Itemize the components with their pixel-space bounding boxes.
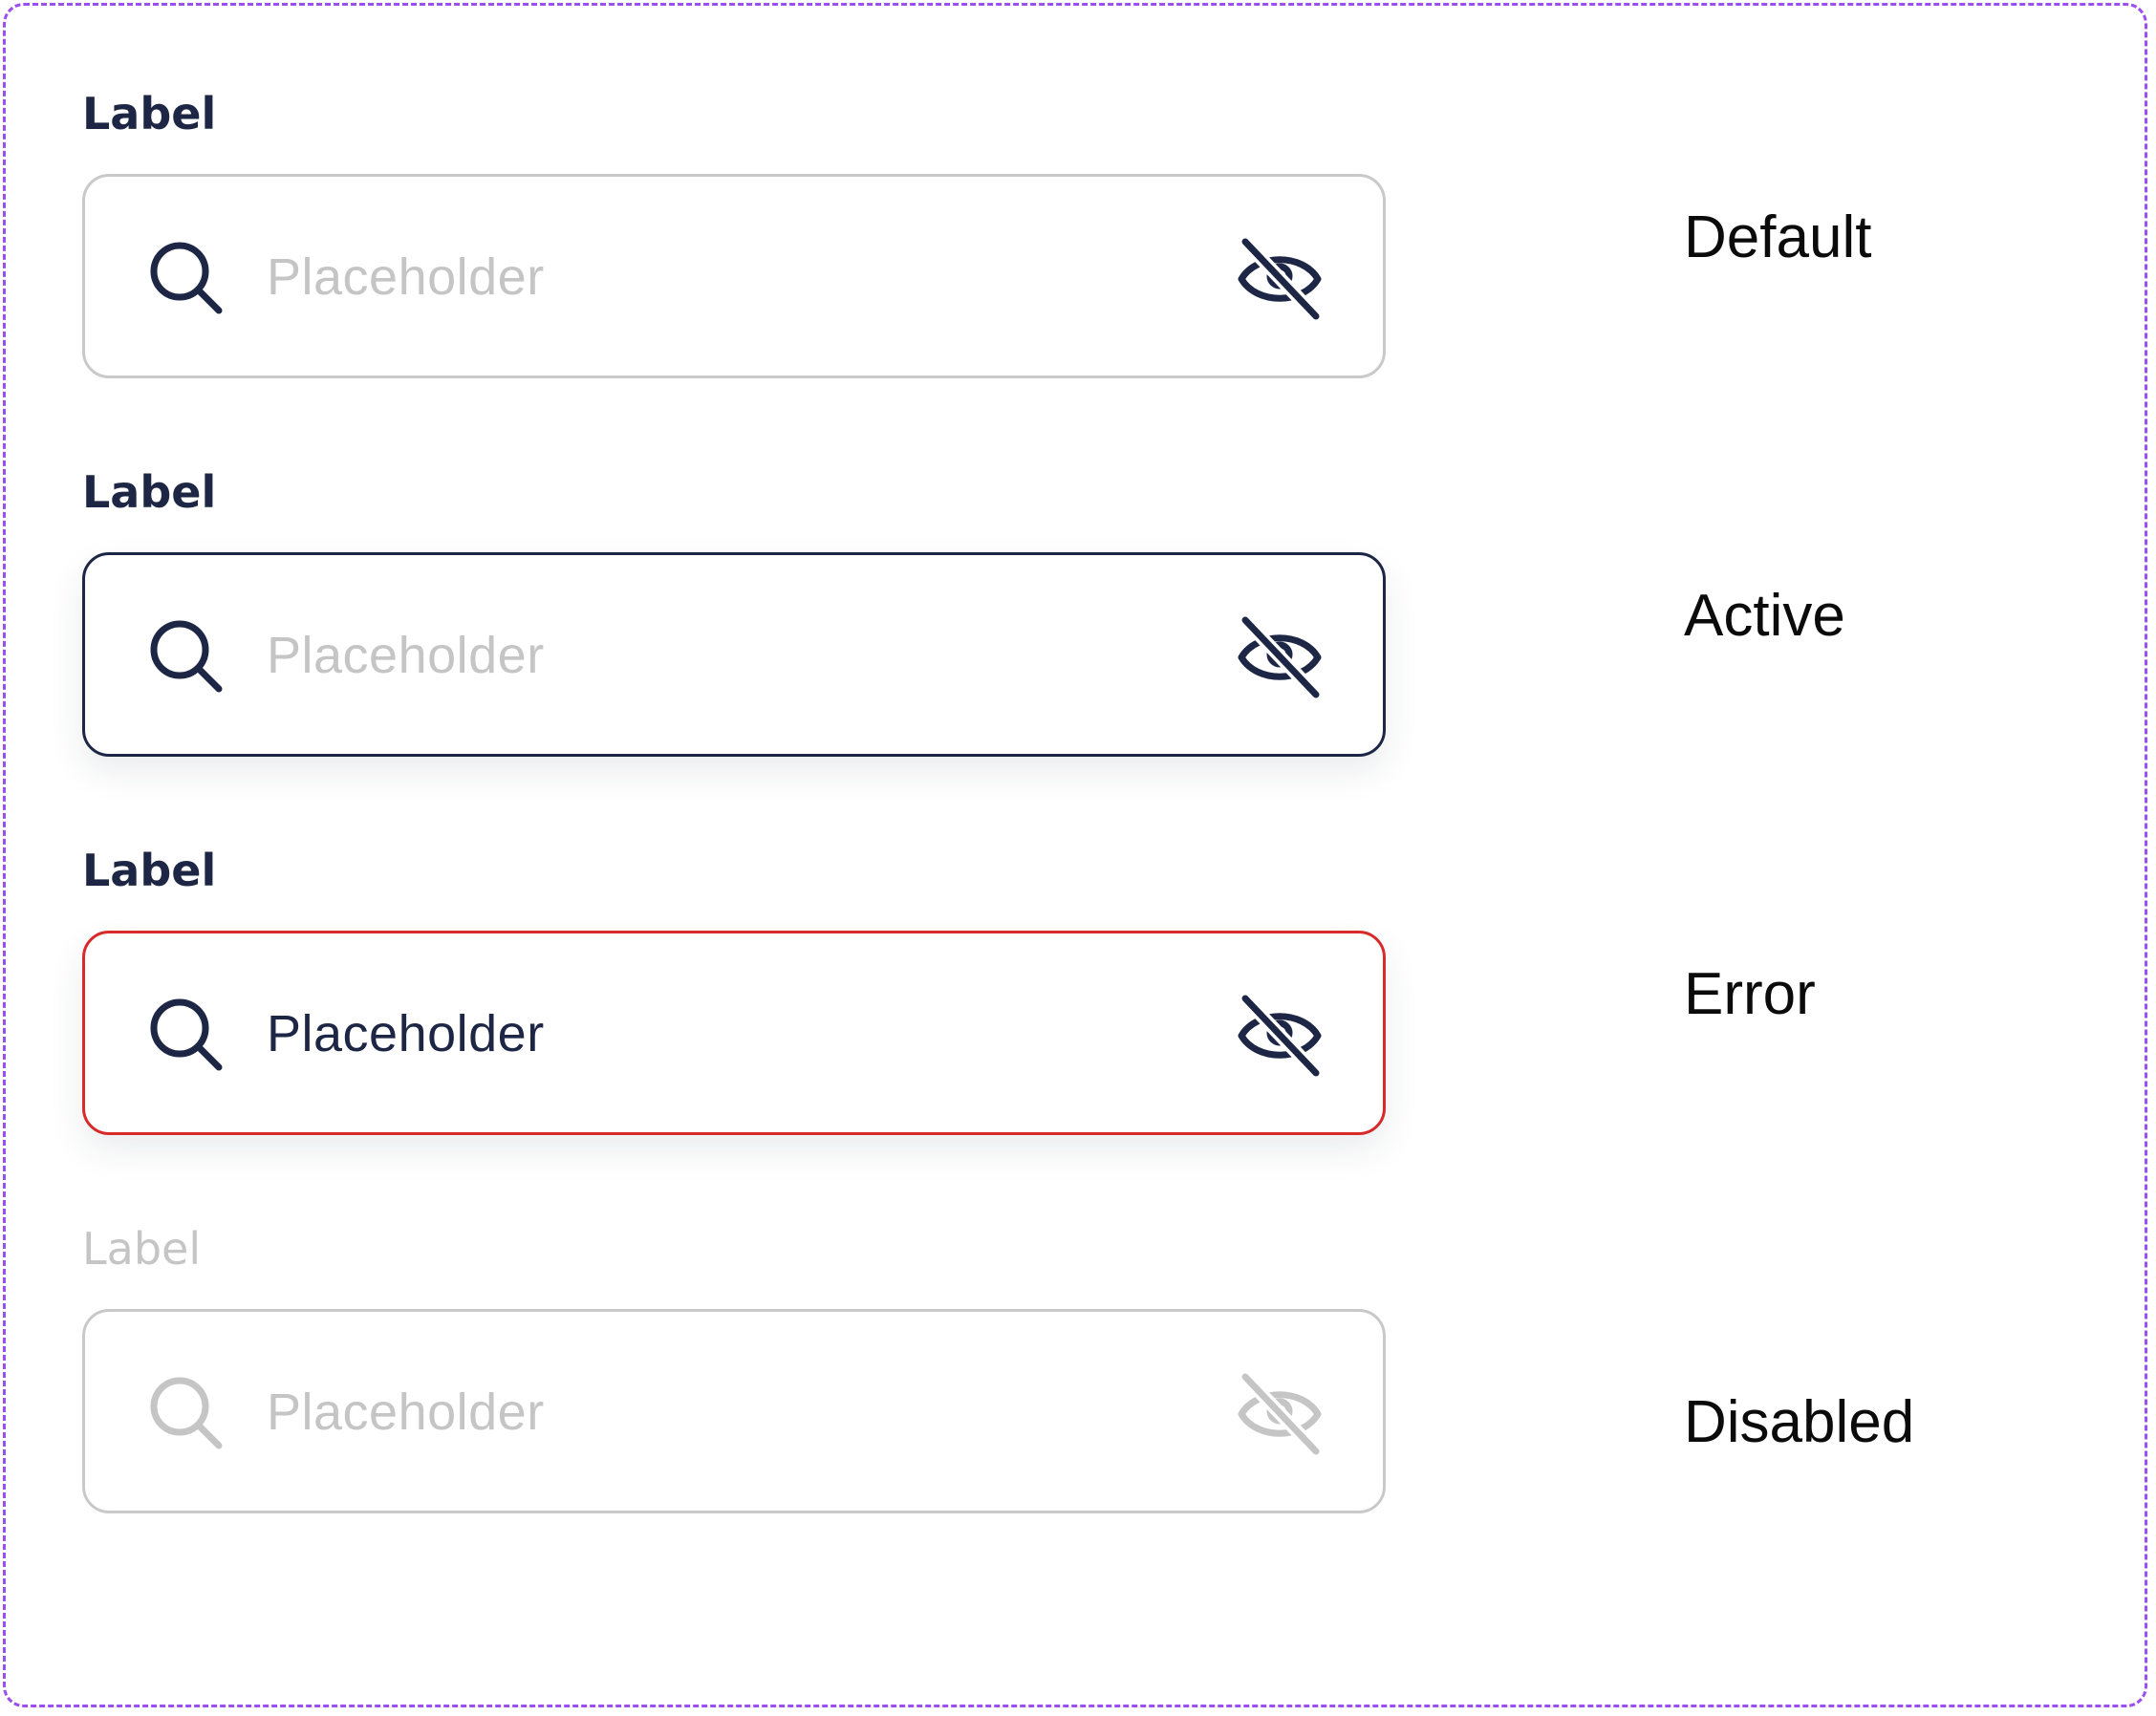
search-input-disabled: Placeholder xyxy=(82,1309,1386,1513)
field-label: Label xyxy=(82,88,217,139)
placeholder-text: Placeholder xyxy=(267,627,545,684)
eye-off-icon xyxy=(1238,1371,1323,1457)
state-label-active: Active xyxy=(1684,583,1845,649)
search-icon xyxy=(150,242,223,314)
eye-off-icon[interactable] xyxy=(1236,236,1324,322)
state-label-error: Error xyxy=(1684,961,1816,1027)
search-input-active[interactable]: Placeholder xyxy=(82,552,1386,757)
eye-off-icon[interactable] xyxy=(1236,614,1324,700)
field-label: Label xyxy=(82,845,217,896)
field-label: Label xyxy=(82,1223,202,1275)
field-label: Label xyxy=(82,466,217,518)
search-icon xyxy=(150,998,223,1071)
placeholder-text: Placeholder xyxy=(267,248,545,306)
state-label-default: Default xyxy=(1684,204,1872,270)
search-input-default[interactable]: Placeholder xyxy=(82,174,1386,378)
search-input-error[interactable]: Placeholder xyxy=(82,931,1386,1135)
input-value: Placeholder xyxy=(267,1005,545,1062)
search-icon xyxy=(150,620,223,693)
eye-off-icon[interactable] xyxy=(1236,993,1324,1079)
search-icon xyxy=(150,1377,223,1449)
state-label-disabled: Disabled xyxy=(1684,1389,1915,1455)
placeholder-text: Placeholder xyxy=(267,1384,545,1441)
component-frame: Label Placeholder Default Label Placehol… xyxy=(3,3,2147,1707)
